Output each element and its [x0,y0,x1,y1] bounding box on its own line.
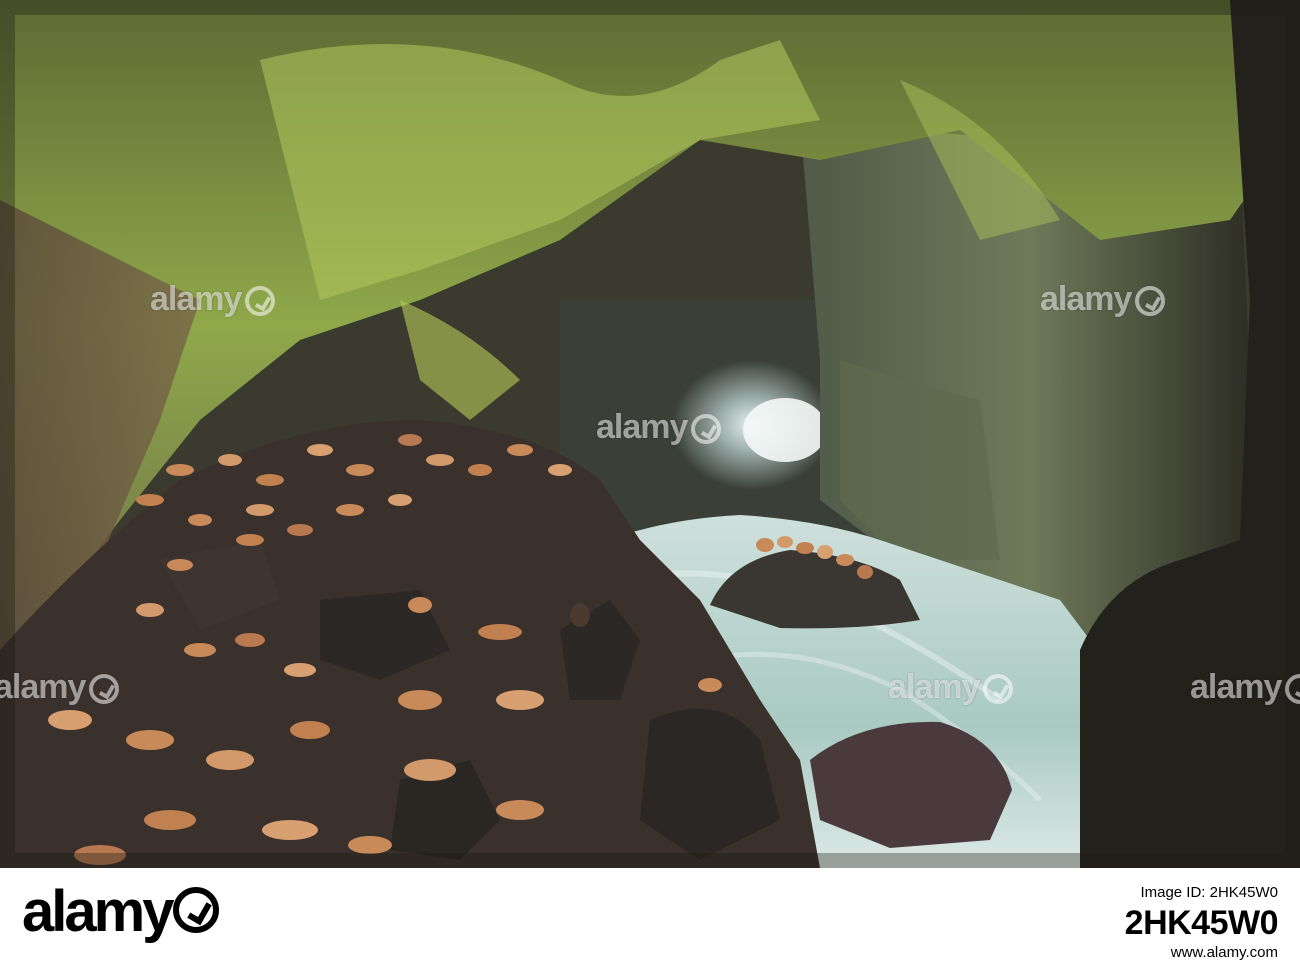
image-id-label: Image ID: 2HK45W0 [1140,884,1278,901]
brand-logo: alamy [22,882,220,942]
sea-cave-scene [0,0,1300,868]
alamy-logo-icon [173,887,220,933]
site-url: www.alamy.com [1170,944,1278,961]
image-id: 2HK45W0 [1124,904,1279,942]
stock-footer: alamy Image ID: 2HK45W0 2HK45W0 www.alam… [0,868,1300,961]
tunnel-opening [743,398,827,462]
image-info: Image ID: 2HK45W0 2HK45W0 www.alamy.com [1124,882,1279,964]
photograph: alamy alamy alamy alamy alamy alamy [0,0,1300,868]
